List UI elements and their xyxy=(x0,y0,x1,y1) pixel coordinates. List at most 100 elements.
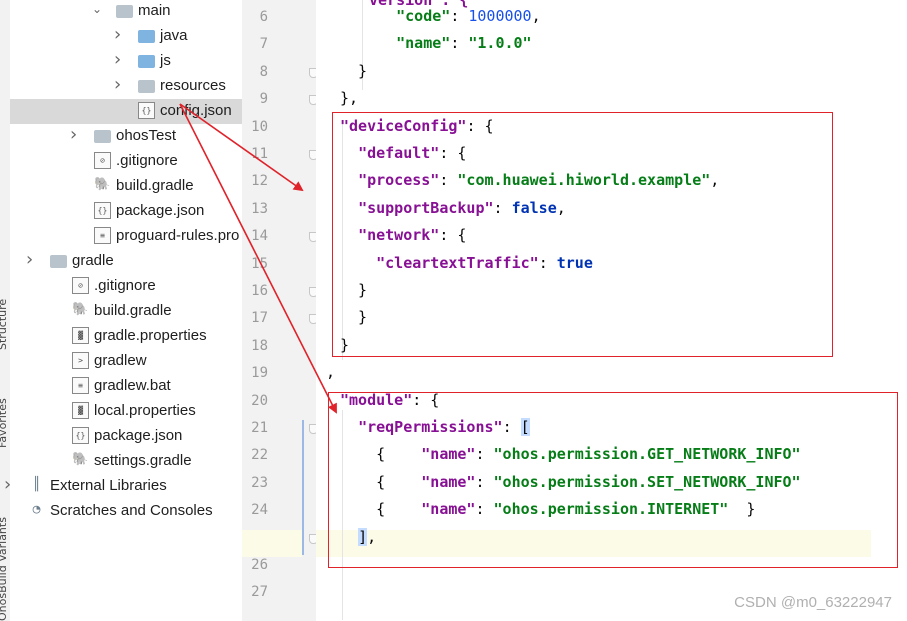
properties-file-icon: ▓ xyxy=(72,327,89,344)
tree-item-label: local.properties xyxy=(94,402,196,419)
change-marker xyxy=(302,420,304,555)
text-file-icon: ≡ xyxy=(72,377,89,394)
tree-item[interactable]: ⊘ .gitignore xyxy=(10,149,242,174)
tree-item-label: main xyxy=(138,2,171,19)
line-number: 12 xyxy=(251,173,268,190)
module-annotation-box xyxy=(328,392,898,568)
gitignore-file-icon: ⊘ xyxy=(72,277,89,294)
tree-item[interactable]: ≡ gradlew.bat xyxy=(10,374,242,399)
gitignore-file-icon: ⊘ xyxy=(94,152,111,169)
deviceconfig-annotation-box xyxy=(332,112,833,357)
tree-item[interactable]: {} config.json xyxy=(10,99,242,124)
gradle-icon: 🐘 xyxy=(72,452,89,467)
scratches-icon: ◔ xyxy=(32,502,41,517)
tree-item-label: proguard-rules.pro xyxy=(116,227,240,244)
chevron-right-icon[interactable]: › xyxy=(26,249,33,270)
line-number: 16 xyxy=(251,283,268,299)
chevron-right-icon[interactable]: › xyxy=(114,74,121,95)
tree-item[interactable]: ◔ Scratches and Consoles xyxy=(10,499,242,524)
line-number: 19 xyxy=(251,365,268,382)
tree-item[interactable]: › ohosTest xyxy=(10,124,242,149)
folder-icon xyxy=(50,255,67,268)
gradle-icon: 🐘 xyxy=(72,302,89,317)
tree-item[interactable]: › java xyxy=(10,24,242,49)
properties-file-icon: ▓ xyxy=(72,402,89,419)
chevron-right-icon[interactable]: › xyxy=(4,474,11,495)
gutter-current-line xyxy=(242,530,302,557)
line-number: 9 xyxy=(259,91,268,108)
line-number: 11 xyxy=(251,146,268,162)
text-file-icon: ≡ xyxy=(94,227,111,244)
json-file-icon: {} xyxy=(94,202,111,219)
tree-item-label: build.gradle xyxy=(116,177,194,194)
libraries-icon: ║ xyxy=(32,477,41,492)
line-number: 6 xyxy=(259,9,268,25)
code-line: , xyxy=(326,363,336,382)
line-number: 21 xyxy=(251,420,268,436)
tree-item[interactable]: 🐘 settings.gradle xyxy=(10,449,242,474)
line-number: 23 xyxy=(251,474,268,491)
tree-item[interactable]: ⌄ main xyxy=(10,0,242,24)
ohos-build-variants-tab[interactable]: OhosBuild Variants xyxy=(0,517,9,621)
json-file-icon: {} xyxy=(72,427,89,444)
tree-item-label: build.gradle xyxy=(94,302,172,319)
tree-item[interactable]: ≡ proguard-rules.pro xyxy=(10,224,242,249)
resources-folder-icon xyxy=(138,80,155,93)
line-number: 22 xyxy=(251,447,268,464)
tree-item-label: package.json xyxy=(116,202,205,219)
code-line: "code": 1000000, xyxy=(396,7,541,25)
tree-item-label: gradle xyxy=(72,252,114,269)
tree-item-label: gradlew xyxy=(94,352,147,369)
tree-item[interactable]: 🐘 build.gradle xyxy=(10,299,242,324)
line-number: 10 xyxy=(251,118,268,135)
chevron-right-icon[interactable]: › xyxy=(70,124,77,145)
tree-item-label: java xyxy=(160,27,188,44)
folder-blue-icon xyxy=(138,30,155,43)
code-line: }, xyxy=(340,89,359,108)
tree-item[interactable]: › js xyxy=(10,49,242,74)
line-number: 24 xyxy=(251,502,268,519)
line-number: 15 xyxy=(251,255,268,272)
tree-item[interactable]: {} package.json xyxy=(10,424,242,449)
tree-item-label: config.json xyxy=(160,102,232,119)
code-line: "name": "1.0.0" xyxy=(396,34,532,53)
json-file-icon: {} xyxy=(138,102,155,119)
tree-item[interactable]: ▓ gradle.properties xyxy=(10,324,242,349)
structure-tab[interactable]: Structure xyxy=(0,299,9,350)
tree-item[interactable]: › ║ External Libraries xyxy=(4,474,242,499)
tree-item[interactable]: {} package.json xyxy=(10,199,242,224)
folder-icon xyxy=(94,130,111,143)
terminal-file-icon: > xyxy=(72,352,89,369)
folder-blue-icon xyxy=(138,55,155,68)
folder-icon xyxy=(116,5,133,18)
project-tree: ⌄ main › java › js › resources {} config.json › oho… xyxy=(4,0,242,621)
line-number: 8 xyxy=(259,63,268,80)
tree-item-label: package.json xyxy=(94,427,183,444)
code-line: } xyxy=(340,61,368,80)
gradle-icon: 🐘 xyxy=(94,177,111,192)
tree-item[interactable]: > gradlew xyxy=(10,349,242,374)
chevron-right-icon[interactable]: › xyxy=(114,24,121,45)
line-number: 13 xyxy=(251,200,268,217)
tree-item[interactable]: ⊘ .gitignore xyxy=(10,274,242,299)
tree-item[interactable]: › gradle xyxy=(10,249,242,274)
watermark: CSDN @m0_63222947 xyxy=(734,594,892,611)
line-number: 20 xyxy=(251,392,268,409)
tree-item-label: External Libraries xyxy=(50,477,167,494)
tree-item[interactable]: › resources xyxy=(10,74,242,99)
tree-item[interactable]: 🐘 build.gradle xyxy=(10,174,242,199)
chevron-right-icon[interactable]: › xyxy=(114,49,121,70)
tree-item-label: settings.gradle xyxy=(94,452,192,469)
line-number: 26 xyxy=(251,557,268,573)
tree-item-label: ohosTest xyxy=(116,127,177,144)
line-number: 27 xyxy=(251,584,268,601)
line-number: 18 xyxy=(251,337,268,354)
tree-item-label: gradlew.bat xyxy=(94,377,171,394)
line-number: 17 xyxy=(251,310,268,327)
tree-item[interactable]: ▓ local.properties xyxy=(10,399,242,424)
chevron-down-icon[interactable]: ⌄ xyxy=(92,2,102,16)
tree-item-label: Scratches and Consoles xyxy=(50,502,213,519)
editor-gutter: 6789101112131415161718192021222324252627 xyxy=(242,0,318,621)
line-number: 14 xyxy=(251,228,268,245)
favorites-tab[interactable]: Favorites xyxy=(0,398,9,448)
